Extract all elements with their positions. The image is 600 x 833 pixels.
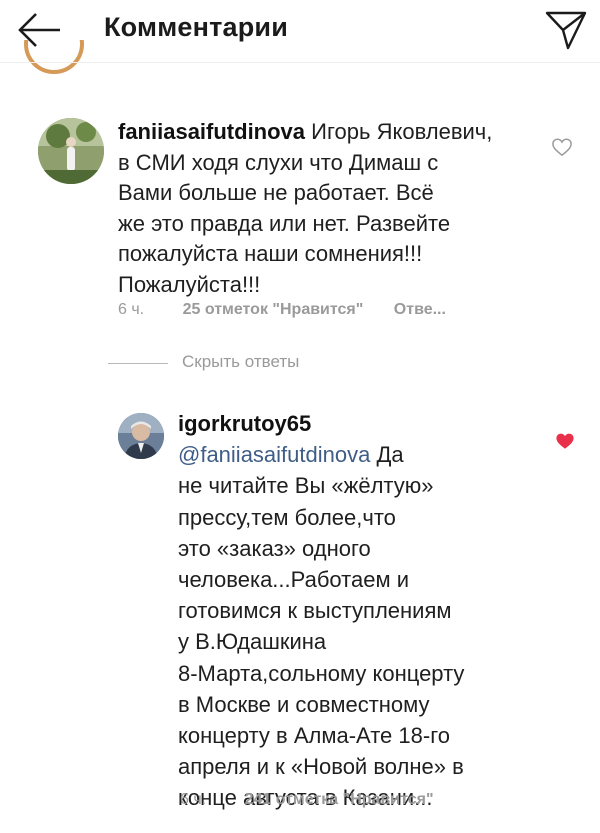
comment-text: faniiasaifutdinova Игорь Яковлевич, в СМ… bbox=[118, 117, 528, 300]
likes-count-link[interactable]: 241 отметка "Нравится" bbox=[245, 791, 434, 808]
page-title: Комментарии bbox=[104, 12, 289, 42]
hide-replies-row[interactable]: Скрыть ответы bbox=[108, 352, 408, 376]
reply-link[interactable]: Отве... bbox=[394, 301, 446, 318]
reply-text: igorkrutoy65 @faniiasaifutdinova Да не ч… bbox=[178, 408, 508, 814]
story-ring bbox=[24, 40, 84, 74]
comment-line: в Москве и совместному bbox=[178, 691, 430, 717]
comment-line: 8-Марта,сольному концерту bbox=[178, 660, 465, 686]
comment-line: апреля и к «Новой волне» в bbox=[178, 754, 464, 780]
reply-meta: 6 ч. 241 отметка "Нравится" bbox=[180, 791, 460, 809]
avatar-photo bbox=[118, 413, 164, 459]
comment-line: не читайте Вы «жёлтую» bbox=[178, 473, 434, 499]
avatar[interactable] bbox=[38, 118, 104, 184]
comment-line: человека...Работаем и bbox=[178, 567, 409, 593]
avatar[interactable] bbox=[20, 40, 88, 80]
comment-line: же это правда или нет. Развейте bbox=[118, 210, 451, 236]
comment-line: готовимся к выступлениям bbox=[178, 598, 452, 624]
comment-line: Игорь Яковлевич, bbox=[311, 119, 493, 144]
comment-line: прессу,тем более,что bbox=[178, 504, 396, 530]
comment-line: Пожалуйста!!! bbox=[118, 271, 261, 297]
avatar-photo bbox=[38, 118, 104, 184]
divider bbox=[0, 62, 600, 63]
comment-line: пожалуйста наши сомнения!!! bbox=[118, 241, 423, 266]
header: Комментарии bbox=[0, 0, 600, 62]
like-button[interactable] bbox=[551, 137, 573, 157]
like-button[interactable] bbox=[555, 432, 575, 450]
comment-line: в СМИ ходя слухи что Димаш с bbox=[118, 149, 439, 175]
comment-line: Вами больше не работает. Всё bbox=[118, 180, 434, 205]
comment-line: это «заказ» одного bbox=[178, 535, 371, 561]
comment-time: 6 ч. bbox=[180, 791, 207, 808]
share-button[interactable] bbox=[544, 8, 588, 52]
direct-send-icon bbox=[545, 11, 587, 50]
likes-count-link[interactable]: 25 отметок "Нравится" bbox=[183, 301, 364, 318]
divider bbox=[108, 363, 168, 364]
comment-meta: 6 ч. 25 отметок "Нравится" Отве... bbox=[118, 301, 472, 319]
avatar[interactable] bbox=[118, 413, 164, 459]
reply-username[interactable]: igorkrutoy65 bbox=[178, 411, 311, 436]
heart-outline-icon bbox=[552, 138, 572, 157]
mention-link[interactable]: @faniiasaifutdinova bbox=[178, 442, 370, 467]
comment-line: у В.Юдашкина bbox=[178, 629, 327, 655]
comment-time: 6 ч. bbox=[118, 301, 145, 318]
comment-line: концерту в Алма-Ате 18-го bbox=[178, 723, 450, 749]
hide-replies-button[interactable]: Скрыть ответы bbox=[182, 352, 299, 372]
heart-filled-icon bbox=[556, 433, 574, 449]
comment-username[interactable]: faniiasaifutdinova bbox=[118, 119, 305, 144]
comment-line: Да bbox=[376, 442, 404, 468]
